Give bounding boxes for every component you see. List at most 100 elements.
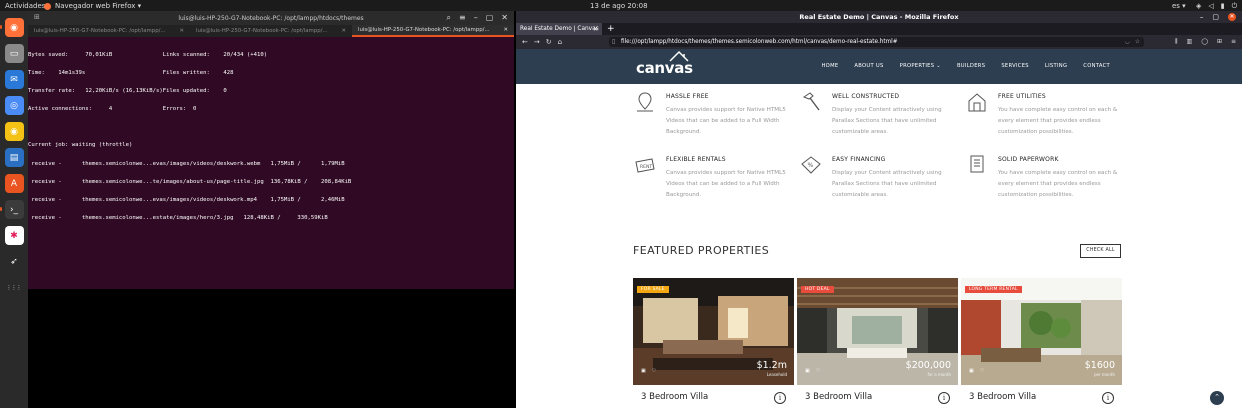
terminal-titlebar[interactable]: ⊞ luis@luis-HP-250-G7-Notebook-PC: /opt/… [28,11,514,25]
library-icon[interactable]: ⫼ [1175,38,1178,46]
info-icon[interactable]: i [1102,392,1114,404]
dock-rhythmbox[interactable]: ◉ [4,122,24,141]
status-badge: HOT DEAL [801,286,834,293]
firefox-titlebar[interactable]: Real Estate Demo | Canvas - Mozilla Fire… [516,11,1242,23]
page-info-icon[interactable]: ▯ [612,37,615,47]
minimize-icon[interactable]: – [1200,13,1204,21]
minimize-icon[interactable]: – [474,13,478,23]
property-image[interactable]: HOT DEAL ▣ ♡ $200,000 for a month [797,278,958,385]
browser-tabs: Real Estate Demo | Canvas ✕ + [516,23,1242,35]
navigation-bar: ← → ↻ ⌂ ▯ file:///opt/lampp/htdocs/theme… [516,35,1242,49]
tab-label: luis@luis-HP-250-G7-Notebook-PC: /opt/la… [358,27,490,33]
menu-icon[interactable]: ≡ [1231,38,1236,46]
dock-thunderbird[interactable]: ✉ [4,70,24,89]
new-tab-icon[interactable]: + [607,23,615,35]
info-icon[interactable]: i [774,392,786,404]
terminal-window[interactable]: ⊞ luis@luis-HP-250-G7-Notebook-PC: /opt/… [28,11,514,289]
dock-app-grid[interactable]: ⋮⋮⋮ [4,278,24,297]
menu-item-services[interactable]: SERVICES [1001,63,1029,69]
forward-icon[interactable]: → [534,38,540,46]
terminal-tab-1[interactable]: luis@luis-HP-250-G7-Notebook-PC: /opt/la… [28,25,190,37]
terminal-tab-3[interactable]: luis@luis-HP-250-G7-Notebook-PC: /opt/la… [352,25,514,37]
close-icon[interactable]: ✕ [503,27,508,33]
reload-icon[interactable]: ↻ [546,38,552,46]
search-icon[interactable]: ⌕ [447,13,451,23]
dock-slack[interactable]: ✱ [4,226,24,245]
property-image[interactable]: FOR SALE ▣ ♡ $1.2m Leasehold [633,278,794,385]
chromium-icon: ◎ [10,100,18,111]
menu-icon[interactable]: ≡ [459,13,466,23]
activities-button[interactable]: Actividades [5,2,45,10]
close-icon[interactable]: ✕ [179,28,184,34]
tab-label: luis@luis-HP-250-G7-Notebook-PC: /opt/la… [34,28,166,34]
house-icon [968,93,986,112]
dock-firefox[interactable]: ◉ [0,18,24,37]
terminal-output[interactable]: Bytes saved: 70,01KiB Links scanned: 20/… [28,37,514,233]
property-card[interactable]: FOR SALE ▣ ♡ $1.2m Leasehold 3 Bedroom Vi… [633,278,794,408]
gallery-icon[interactable]: ▣ [641,368,646,374]
close-icon[interactable]: ✕ [1228,13,1236,21]
account-icon[interactable]: ◯ [1201,38,1208,46]
feature-text: Display your Content attractively using … [832,170,942,198]
terminal-tabs: luis@luis-HP-250-G7-Notebook-PC: /opt/la… [28,25,514,37]
terminal-line: Transfer rate: 12,20KiB/s (16,13KiB/s)Fi… [28,88,227,95]
menu-item-listing[interactable]: LISTING [1045,63,1067,69]
back-icon[interactable]: ← [522,38,528,46]
gallery-icon[interactable]: ▣ [805,368,810,374]
close-tab-icon[interactable]: ✕ [593,26,598,33]
dock-libreoffice-writer[interactable]: ▤ [4,148,24,167]
dock-terminal[interactable]: ›_ [0,200,24,219]
close-icon[interactable]: ✕ [501,13,508,23]
terminal-tab-2[interactable]: luis@luis-HP-250-G7-Notebook-PC: /opt/la… [190,25,352,37]
property-image[interactable]: LONG TERM RENTAL ▣ ♡ $1600 per month [961,278,1122,385]
property-title[interactable]: 3 Bedroom Villa [805,392,872,402]
home-icon[interactable]: ⌂ [558,38,562,46]
firefox-window[interactable]: Real Estate Demo | Canvas - Mozilla Fire… [516,11,1242,408]
main-menu: HOME ABOUT US PROPERTIES ⌄ BUILDERS SERV… [821,63,1110,69]
check-all-button[interactable]: CHECK ALL [1080,244,1121,258]
rhythmbox-icon: ◉ [10,126,18,137]
dock-files[interactable]: ▭ [4,44,24,63]
dock-postman[interactable]: ➶ [4,252,24,271]
menu-item-builders[interactable]: BUILDERS [957,63,985,69]
dock-software-center[interactable]: A [4,174,24,193]
feature-text: You have complete easy control on each &… [998,107,1118,135]
property-title[interactable]: 3 Bedroom Villa [969,392,1036,402]
price-note: Leasehold [766,372,787,377]
sidebar-icon[interactable]: ▥ [1187,38,1193,46]
system-tray[interactable]: ◈ ◁ ▮ ⏻ [1196,2,1237,11]
scroll-to-top-button[interactable]: ⌃ [1210,391,1224,405]
battery-icon: ▮ [1220,2,1225,10]
property-card[interactable]: HOT DEAL ▣ ♡ $200,000 for a month 3 Bedro… [797,278,958,408]
pocket-icon[interactable]: ◡ [1125,37,1130,47]
feature-title: SOLID PAPERWORK [998,156,1059,163]
maximize-icon[interactable]: ▢ [486,13,494,23]
bookmark-star-icon[interactable]: ☆ [1135,37,1140,47]
web-page[interactable]: canvas HOME ABOUT US PROPERTIES ⌄ BUILDE… [516,49,1242,408]
extensions-icon[interactable]: ⊞ [1217,38,1222,46]
close-icon[interactable]: ✕ [341,28,346,34]
url-bar[interactable]: ▯ file:///opt/lampp/htdocs/themes/themes… [609,37,1144,47]
property-card[interactable]: LONG TERM RENTAL ▣ ♡ $1600 per month 3 Be… [961,278,1122,408]
feature-solid-paperwork: SOLID PAPERWORK You have complete easy c… [966,155,1126,211]
menu-item-about-us[interactable]: ABOUT US [854,63,883,69]
language-indicator[interactable]: es ▾ [1172,2,1186,10]
feature-text: Display your Content attractively using … [832,107,942,135]
clock[interactable]: 13 de ago 20:08 [590,2,648,10]
heart-icon[interactable]: ♡ [816,368,820,374]
browser-tab[interactable]: Real Estate Demo | Canvas ✕ [516,23,602,35]
info-icon[interactable]: i [938,392,950,404]
gallery-icon[interactable]: ▣ [969,368,974,374]
dock-chromium[interactable]: ◎ [4,96,24,115]
percent-house-icon: % [801,156,821,174]
menu-item-contact[interactable]: CONTACT [1083,63,1110,69]
menu-item-properties[interactable]: PROPERTIES ⌄ [900,63,941,69]
app-menu[interactable]: Navegador web Firefox ▾ [44,2,141,10]
heart-icon[interactable]: ♡ [652,368,656,374]
heart-icon[interactable]: ♡ [980,368,984,374]
app-grid-icon: ⋮⋮⋮ [6,284,22,291]
maximize-icon[interactable]: ▢ [1212,13,1219,21]
property-title[interactable]: 3 Bedroom Villa [641,392,708,402]
menu-item-home[interactable]: HOME [821,63,838,69]
site-logo[interactable]: canvas [636,50,693,77]
